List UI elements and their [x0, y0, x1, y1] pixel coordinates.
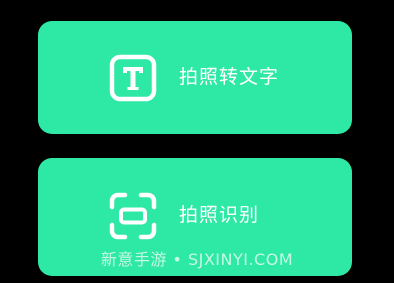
app-screen: 拍照转文字 拍照识别 新意手游 • SJXINYI.COM: [0, 0, 394, 283]
photo-to-text-button[interactable]: 拍照转文字: [38, 21, 352, 134]
photo-recognition-label: 拍照识别: [179, 204, 260, 226]
text-recognition-icon: [108, 53, 158, 103]
photo-to-text-label: 拍照转文字: [179, 66, 280, 88]
scan-frame-icon: [108, 191, 158, 241]
watermark-text: 新意手游 • SJXINYI.COM: [100, 250, 294, 269]
